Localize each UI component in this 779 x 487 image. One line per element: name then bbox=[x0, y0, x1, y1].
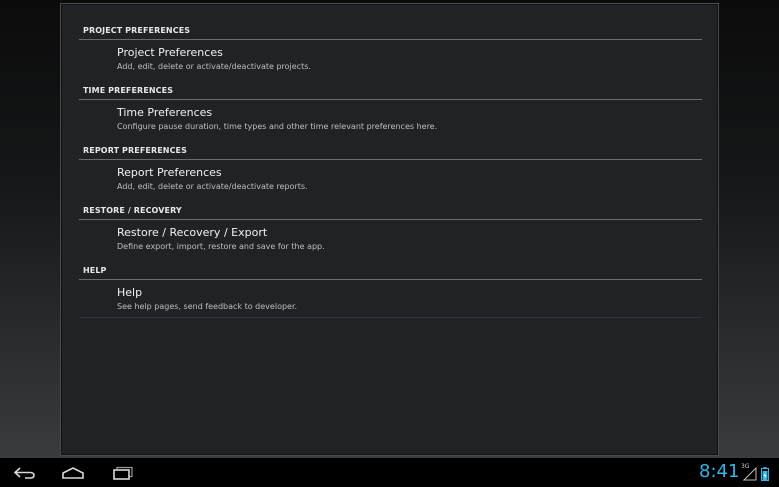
category-header-restore: RESTORE / RECOVERY bbox=[79, 198, 702, 220]
pref-title: Report Preferences bbox=[117, 166, 222, 179]
pref-item-report-preferences[interactable]: Report Preferences Add, edit, delete or … bbox=[79, 160, 702, 198]
category-header-time: TIME PREFERENCES bbox=[79, 78, 702, 100]
category-header-help: HELP bbox=[79, 258, 702, 280]
signal-icon bbox=[743, 467, 757, 481]
recent-apps-icon bbox=[113, 466, 133, 480]
status-clock: 8:41 bbox=[699, 461, 740, 482]
home-button[interactable] bbox=[58, 462, 88, 484]
preferences-list: PROJECT PREFERENCES Project Preferences … bbox=[79, 18, 702, 318]
pref-title: Help bbox=[117, 285, 143, 299]
category-header-report: REPORT PREFERENCES bbox=[79, 138, 702, 160]
pref-item-project-preferences[interactable]: Project Preferences Add, edit, delete or… bbox=[79, 40, 702, 78]
home-icon bbox=[62, 467, 84, 479]
pref-summary: Add, edit, delete or activate/deactivate… bbox=[117, 182, 308, 191]
battery-icon bbox=[761, 467, 769, 481]
pref-summary: Define export, import, restore and save … bbox=[117, 242, 325, 251]
pref-summary: Add, edit, delete or activate/deactivate… bbox=[117, 62, 311, 71]
category-header-project: PROJECT PREFERENCES bbox=[79, 18, 702, 40]
back-icon bbox=[13, 467, 35, 479]
pref-summary: See help pages, send feedback to develop… bbox=[117, 301, 298, 311]
back-button[interactable] bbox=[10, 462, 40, 484]
pref-summary: Configure pause duration, time types and… bbox=[117, 122, 438, 131]
pref-item-restore-recovery-export[interactable]: Restore / Recovery / Export Define expor… bbox=[79, 220, 702, 258]
pref-title: Restore / Recovery / Export bbox=[117, 226, 268, 239]
pref-title: Project Preferences bbox=[117, 46, 223, 59]
recent-apps-button[interactable] bbox=[108, 462, 138, 484]
pref-title: Time Preferences bbox=[117, 106, 213, 119]
system-navigation-bar: 8:41 3G bbox=[0, 458, 779, 487]
pref-item-time-preferences[interactable]: Time Preferences Configure pause duratio… bbox=[79, 100, 702, 138]
pref-item-help[interactable]: Help See help pages, send feedback to de… bbox=[79, 280, 702, 318]
preferences-dialog: PROJECT PREFERENCES Project Preferences … bbox=[60, 3, 719, 456]
status-icons[interactable]: 3G bbox=[741, 463, 775, 483]
